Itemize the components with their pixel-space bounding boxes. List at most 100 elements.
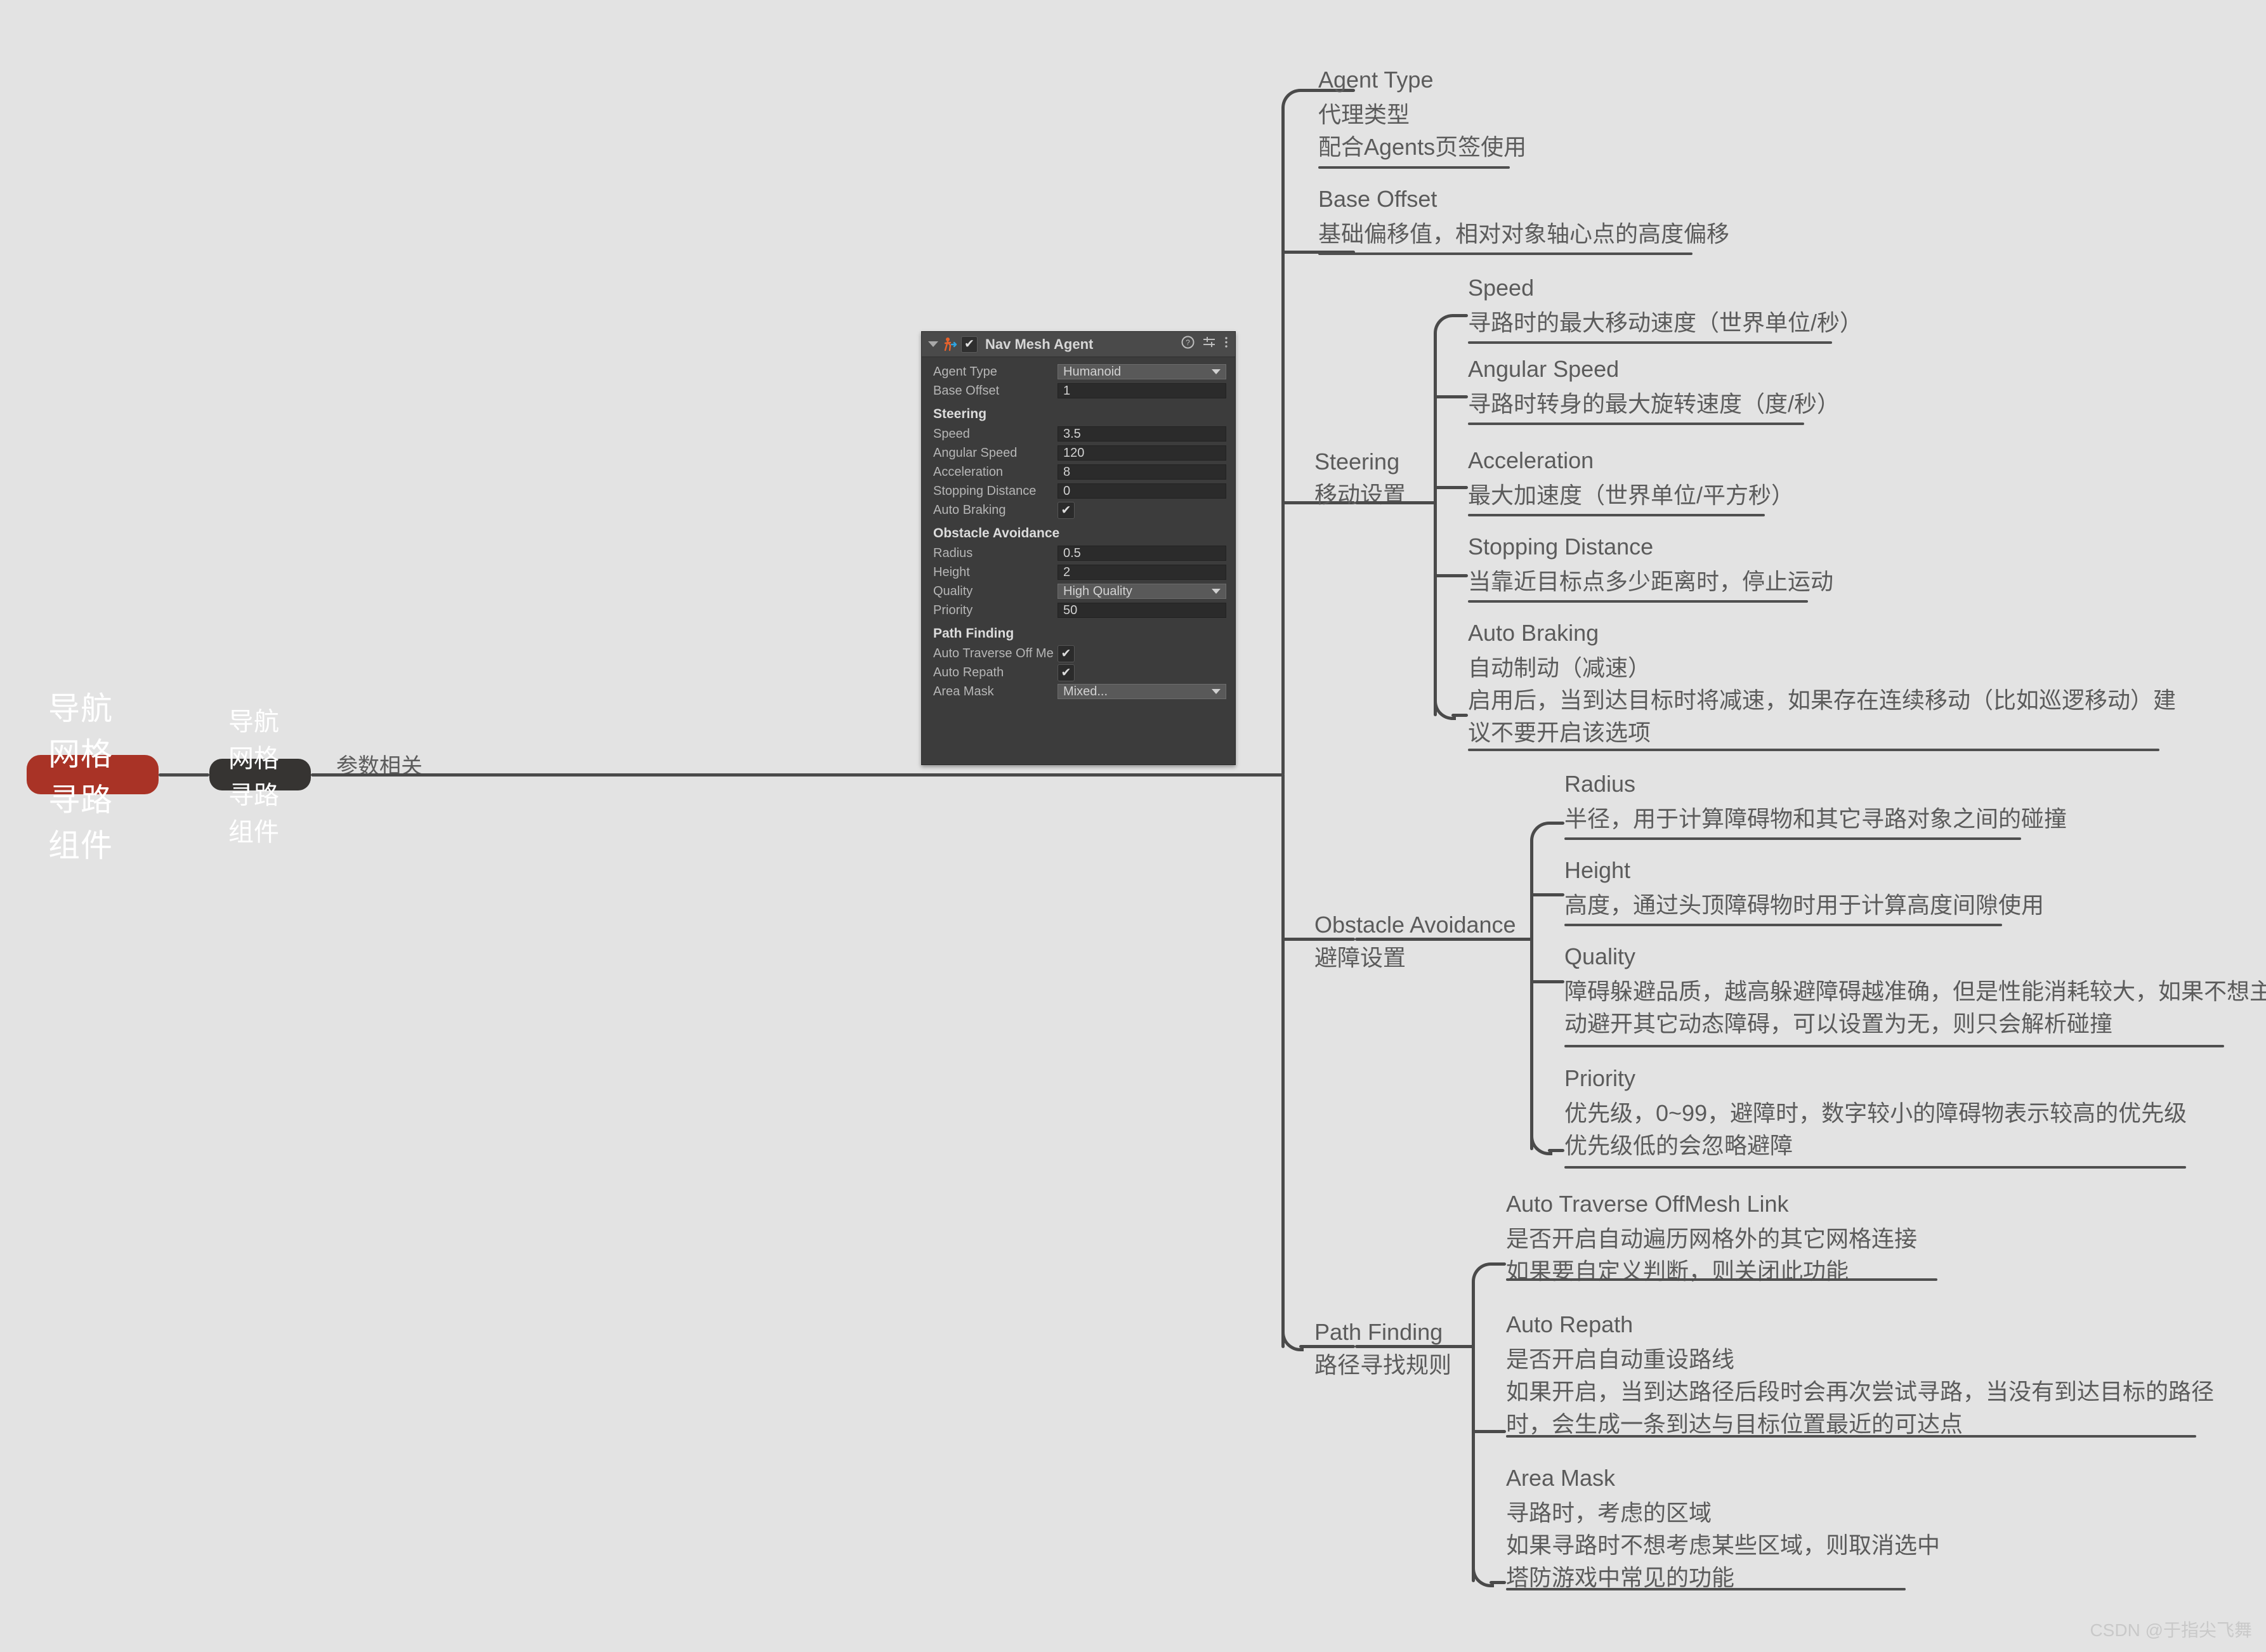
checkmark-icon: ✔ [1061,665,1071,679]
acceleration-input[interactable]: 8 [1058,464,1226,480]
row-priority[interactable]: Priority 50 [922,601,1235,620]
underline-agent-type [1318,166,1510,169]
area-mask-value: Mixed... [1063,684,1108,698]
quality-dropdown[interactable]: High Quality [1058,584,1226,599]
inspector-title: Nav Mesh Agent [985,336,1094,352]
height-input[interactable]: 2 [1058,565,1226,580]
nav-mesh-agent-inspector[interactable]: ✔ Nav Mesh Agent ? Agent Type Humanoid B… [921,331,1236,765]
leaf-radius-line-0: 半径，用于计算障碍物和其它寻路对象之间的碰撞 [1564,806,2067,832]
branch-path-finding-cn: 路径寻找规则 [1314,1352,1452,1379]
underline-auto-traverse [1506,1278,1937,1281]
leaf-radius[interactable]: Radius 半径，用于计算障碍物和其它寻路对象之间的碰撞 [1564,768,2067,835]
row-area-mask[interactable]: Area Mask Mixed... [922,682,1235,701]
leaf-priority-line-0: 优先级，0~99，避障时，数字较小的障碍物表示较高的优先级 [1564,1100,2187,1127]
section-header-obstacle-avoidance: Obstacle Avoidance [933,526,1060,541]
priority-input[interactable]: 50 [1058,603,1226,618]
row-angular-speed[interactable]: Angular Speed 120 [922,443,1235,462]
component-enabled-checkbox[interactable]: ✔ [961,336,978,353]
leaf-auto-repath[interactable]: Auto Repath 是否开启自动重设路线 如果开启，当到达路径后段时会再次尝… [1506,1308,2214,1440]
row-stopping-distance-label: Stopping Distance [933,483,1037,498]
nav-mesh-agent-icon [943,337,957,352]
leaf-auto-braking-line-2: 议不要开启该选项 [1468,719,1651,746]
checkmark-icon: ✔ [1061,646,1071,660]
row-auto-traverse-offmesh[interactable]: Auto Traverse Off Me ✔ [922,644,1235,663]
row-base-offset[interactable]: Base Offset 1 [922,381,1235,400]
connector-steering-stopping [1435,574,1468,577]
row-height[interactable]: Height 2 [922,563,1235,582]
underline-angular-speed [1468,423,1804,425]
row-auto-braking-label: Auto Braking [933,502,1006,517]
auto-braking-checkbox[interactable]: ✔ [1058,501,1075,519]
leaf-auto-braking-title: Auto Braking [1468,620,1599,646]
base-offset-input[interactable]: 1 [1058,383,1226,398]
row-agent-type-label: Agent Type [933,364,997,379]
leaf-auto-braking-line-0: 自动制动（减速） [1468,655,1651,681]
connector-steering-angular [1435,395,1468,398]
leaf-auto-repath-line-1: 如果开启，当到达路径后段时会再次尝试寻路，当没有到达目标的路径 [1506,1379,2215,1405]
leaf-speed[interactable]: Speed 寻路时的最大移动速度（世界单位/秒） [1468,272,1863,339]
level1-node[interactable]: 导航网格寻路组件 [209,708,311,846]
leaf-auto-traverse-offmesh-link[interactable]: Auto Traverse OffMesh Link 是否开启自动遍历网格外的其… [1506,1188,1917,1287]
branch-obstacle-avoidance[interactable]: Obstacle Avoidance 避障设置 [1314,908,1516,974]
connector-obstacle-priority [1548,1149,1564,1152]
auto-traverse-checkbox[interactable]: ✔ [1058,645,1075,662]
underline-height [1564,924,2002,926]
chevron-down-icon [1212,589,1221,594]
row-quality[interactable]: Quality High Quality [922,582,1235,601]
leaf-agent-type-line-0: 配合Agents页签使用 [1318,134,1527,161]
leaf-priority-line-1: 优先级低的会忽略避障 [1564,1132,1793,1159]
row-height-label: Height [933,565,970,579]
auto-repath-checkbox[interactable]: ✔ [1058,664,1075,681]
help-icon[interactable]: ? [1181,336,1195,353]
triangle-down-icon[interactable] [928,341,938,347]
root-node[interactable]: 导航网格寻路组件 [27,691,159,863]
leaf-height[interactable]: Height 高度，通过头顶障碍物时用于计算高度间隙使用 [1564,854,2044,921]
speed-input[interactable]: 3.5 [1058,426,1226,442]
row-angular-speed-label: Angular Speed [933,445,1018,460]
kebab-menu-icon[interactable] [1224,336,1229,353]
leaf-height-line-0: 高度，通过头顶障碍物时用于计算高度间隙使用 [1564,892,2045,919]
agent-type-value: Humanoid [1063,364,1122,379]
angular-speed-input[interactable]: 120 [1058,445,1226,461]
angular-speed-value: 120 [1063,445,1085,460]
leaf-area-mask[interactable]: Area Mask 寻路时，考虑的区域 如果寻路时不想考虑某些区域，则取消选中 … [1506,1462,1940,1594]
branch-path-finding[interactable]: Path Finding 路径寻找规则 [1314,1316,1451,1382]
underline-auto-braking [1468,749,2159,751]
row-agent-type[interactable]: Agent Type Humanoid [922,362,1235,381]
leaf-acceleration-line-0: 最大加速度（世界单位/平方秒） [1468,482,1795,509]
underline-speed [1468,341,1832,344]
leaf-priority[interactable]: Priority 优先级，0~99，避障时，数字较小的障碍物表示较高的优先级 优… [1564,1062,2187,1162]
connector-pathfinding-auto-repath [1473,1430,1506,1433]
row-acceleration-label: Acceleration [933,464,1004,479]
underline-area-mask [1506,1588,1906,1590]
leaf-auto-braking[interactable]: Auto Braking 自动制动（减速） 启用后，当到达目标时将减速，如果存在… [1468,617,2176,749]
leaf-quality[interactable]: Quality 障碍躲避品质，越高躲避障碍越准确，但是性能消耗较大，如果不想主 … [1564,940,2266,1040]
connector-obstacle-radius [1548,822,1564,825]
row-stopping-distance[interactable]: Stopping Distance 0 [922,482,1235,501]
leaf-agent-type[interactable]: Agent Type 代理类型 配合Agents页签使用 [1318,63,1526,163]
agent-type-dropdown[interactable]: Humanoid [1058,364,1226,379]
leaf-quality-line-1: 动避开其它动态障碍，可以设置为无，则只会解析碰撞 [1564,1011,2113,1037]
row-acceleration[interactable]: Acceleration 8 [922,462,1235,482]
svg-text:?: ? [1186,338,1190,347]
leaf-stopping-distance[interactable]: Stopping Distance 当靠近目标点多少距离时，停止运动 [1468,530,1833,598]
leaf-angular-speed[interactable]: Angular Speed 寻路时转身的最大旋转速度（度/秒） [1468,353,1840,420]
main-trunk-upper [1281,107,1285,775]
row-radius[interactable]: Radius 0.5 [922,544,1235,563]
leaf-acceleration[interactable]: Acceleration 最大加速度（世界单位/平方秒） [1468,444,1794,511]
checkmark-icon: ✔ [1061,503,1071,517]
chevron-down-icon [1212,369,1221,374]
leaf-angular-speed-title: Angular Speed [1468,356,1620,382]
row-auto-braking[interactable]: Auto Braking ✔ [922,501,1235,520]
row-speed[interactable]: Speed 3.5 [922,424,1235,443]
stopping-distance-input[interactable]: 0 [1058,483,1226,499]
leaf-base-offset[interactable]: Base Offset 基础偏移值，相对对象轴心点的高度偏移 [1318,183,1729,250]
row-auto-repath[interactable]: Auto Repath ✔ [922,663,1235,682]
radius-input[interactable]: 0.5 [1058,546,1226,561]
area-mask-dropdown[interactable]: Mixed... [1058,684,1226,699]
preset-icon[interactable] [1202,336,1216,353]
leaf-agent-type-title: Agent Type [1318,67,1434,93]
connector-steering-to-sub [1355,501,1436,504]
speed-value: 3.5 [1063,426,1081,441]
stopping-distance-value: 0 [1063,483,1071,498]
